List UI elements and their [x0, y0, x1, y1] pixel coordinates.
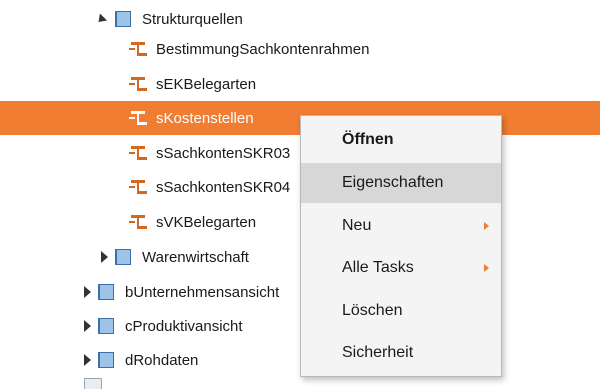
menu-item-alle-tasks[interactable]: Alle Tasks [301, 248, 501, 288]
submenu-arrow-icon [484, 222, 489, 230]
table-field-icon [129, 146, 147, 160]
table-field-icon [129, 215, 147, 229]
context-menu: Öffnen Eigenschaften Neu Alle Tasks Lösc… [300, 115, 502, 377]
partial-tree-node-icon [84, 378, 102, 389]
cube-icon [115, 11, 131, 27]
tree-node-bestimmungsachkontenrahmen[interactable]: BestimmungSachkontenrahmen [0, 32, 600, 66]
cube-icon [115, 249, 131, 265]
expand-arrow-icon[interactable] [82, 286, 92, 298]
expand-arrow-icon[interactable] [82, 320, 92, 332]
tree-node-label: Strukturquellen [142, 10, 243, 28]
menu-item-label: Sicherheit [342, 344, 414, 361]
table-field-icon [129, 111, 147, 125]
expand-arrow-icon[interactable] [82, 354, 92, 366]
menu-item-label: Neu [342, 217, 372, 234]
menu-item-label: Öffnen [342, 131, 394, 148]
tree-node-label: dRohdaten [125, 351, 199, 369]
tree-node-label: sEKBelegarten [156, 75, 257, 93]
menu-item-oeffnen[interactable]: Öffnen [301, 120, 501, 160]
tree-node-label: bUnternehmensansicht [125, 283, 280, 301]
menu-item-label: Alle Tasks [342, 259, 414, 276]
tree-node-strukturquellen[interactable]: Strukturquellen [0, 2, 600, 36]
cube-icon [98, 284, 114, 300]
cube-icon [98, 352, 114, 368]
table-field-icon [129, 77, 147, 91]
expand-arrow-icon[interactable] [99, 251, 109, 263]
tree-node-label: sSachkontenSKR03 [156, 144, 291, 162]
menu-item-eigenschaften[interactable]: Eigenschaften [301, 163, 501, 203]
table-field-icon [129, 42, 147, 56]
menu-item-loeschen[interactable]: Löschen [301, 291, 501, 331]
submenu-arrow-icon [484, 264, 489, 272]
expand-arrow-icon[interactable] [96, 13, 106, 25]
menu-item-sicherheit[interactable]: Sicherheit [301, 333, 501, 373]
menu-item-neu[interactable]: Neu [301, 206, 501, 246]
tree-node-label: sSachkontenSKR04 [156, 178, 291, 196]
menu-item-label: Löschen [342, 302, 403, 319]
tree-node-label: sVKBelegarten [156, 213, 257, 231]
cube-icon [98, 318, 114, 334]
menu-item-label: Eigenschaften [342, 174, 444, 191]
table-field-icon [129, 180, 147, 194]
tree-node-label: Warenwirtschaft [142, 248, 249, 266]
tree-node-label: sKostenstellen [156, 109, 254, 127]
tree-node-label: BestimmungSachkontenrahmen [156, 40, 370, 58]
tree-node-sekbelegarten[interactable]: sEKBelegarten [0, 67, 600, 101]
tree-node-label: cProduktivansicht [125, 317, 243, 335]
